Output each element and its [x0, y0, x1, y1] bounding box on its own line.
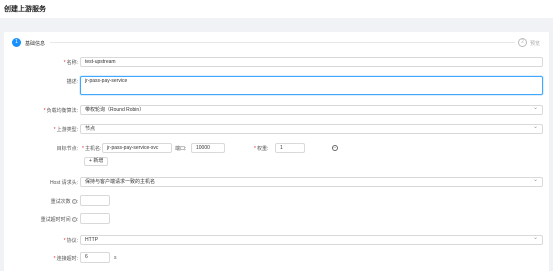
steps-bar: 1 基础信息 2 预览 [4, 32, 549, 54]
minus-circle-icon[interactable]: − [332, 145, 338, 151]
host-header-label: Host 请求头: [49, 180, 78, 186]
port-input[interactable]: 10000 [191, 143, 225, 153]
add-target-button[interactable]: + 新增 [84, 157, 109, 166]
add-target-label: 新增 [93, 158, 104, 164]
form-row-lb-algorithm: *负载均衡算法: 带权轮询（Round Robin） [4, 105, 549, 115]
connect-timeout-label: *连接超时: [53, 256, 78, 262]
form-row-description: 描述: jr-pass-pay-service [4, 76, 549, 95]
step-connector [50, 42, 515, 43]
step-1-label: 基础信息 [25, 41, 46, 47]
weight-sublabel: *权重: [254, 146, 269, 152]
upstream-type-select[interactable]: 节点 [80, 124, 543, 134]
description-textarea[interactable]: jr-pass-pay-service [80, 76, 543, 95]
form-row-retries: 重试次数?: [4, 195, 549, 206]
connect-timeout-input[interactable]: 6 [80, 252, 110, 263]
form-row-add-target: + 新增 [4, 157, 549, 166]
host-header-value: 保持与客户端请求一致的主机名 [85, 179, 156, 185]
lb-algorithm-label: *负载均衡算法: [43, 108, 78, 114]
step-2-circle: 2 [518, 38, 527, 47]
form-row-host-header: Host 请求头: 保持与客户端请求一致的主机名 [4, 177, 549, 187]
form-row-name: *名称: test-upstream [4, 57, 549, 67]
form-row-retry-timeout: 重试超时时间?: [4, 213, 549, 224]
port-sublabel: 端口: [175, 146, 187, 152]
upstream-type-label: *上游类型: [53, 127, 78, 133]
description-label: 描述: [66, 79, 78, 85]
weight-input[interactable]: 1 [275, 143, 305, 153]
protocol-select[interactable]: HTTP [80, 235, 543, 245]
retries-label: 重试次数?: [50, 199, 78, 205]
host-sublabel: *主机名: [82, 146, 102, 152]
retry-timeout-input[interactable] [80, 213, 110, 224]
page-header: 创建上游服务 [0, 0, 553, 18]
connect-timeout-unit: s [114, 255, 117, 261]
form-row-targets: 目标节点: *主机名: jr-pass-pay-service-svc 端口: … [4, 143, 549, 153]
upstream-type-value: 节点 [85, 126, 96, 132]
name-input[interactable]: test-upstream [80, 57, 543, 67]
form-card: 1 基础信息 2 预览 *名称: test-upstream 描述: jr-pa… [4, 32, 549, 271]
name-label: *名称: [63, 60, 78, 66]
step-1-circle: 1 [12, 38, 21, 47]
step-2-label: 预览 [530, 41, 541, 47]
form-row-connect-timeout: *连接超时: 6 s [4, 252, 549, 263]
targets-label: 目标节点: [56, 146, 78, 152]
form-row-upstream-type: *上游类型: 节点 [4, 124, 549, 134]
lb-algorithm-select[interactable]: 带权轮询（Round Robin） [80, 105, 543, 115]
lb-algorithm-value: 带权轮询（Round Robin） [85, 107, 145, 113]
retry-timeout-label: 重试超时时间?: [40, 217, 78, 223]
retries-input[interactable] [80, 195, 110, 206]
form-row-protocol: *协议: HTTP [4, 235, 549, 245]
protocol-label: *协议: [63, 238, 78, 244]
protocol-value: HTTP [85, 237, 99, 243]
host-input[interactable]: jr-pass-pay-service-svc [102, 143, 172, 153]
host-header-select[interactable]: 保持与客户端请求一致的主机名 [80, 177, 543, 187]
page-title: 创建上游服务 [4, 6, 46, 13]
